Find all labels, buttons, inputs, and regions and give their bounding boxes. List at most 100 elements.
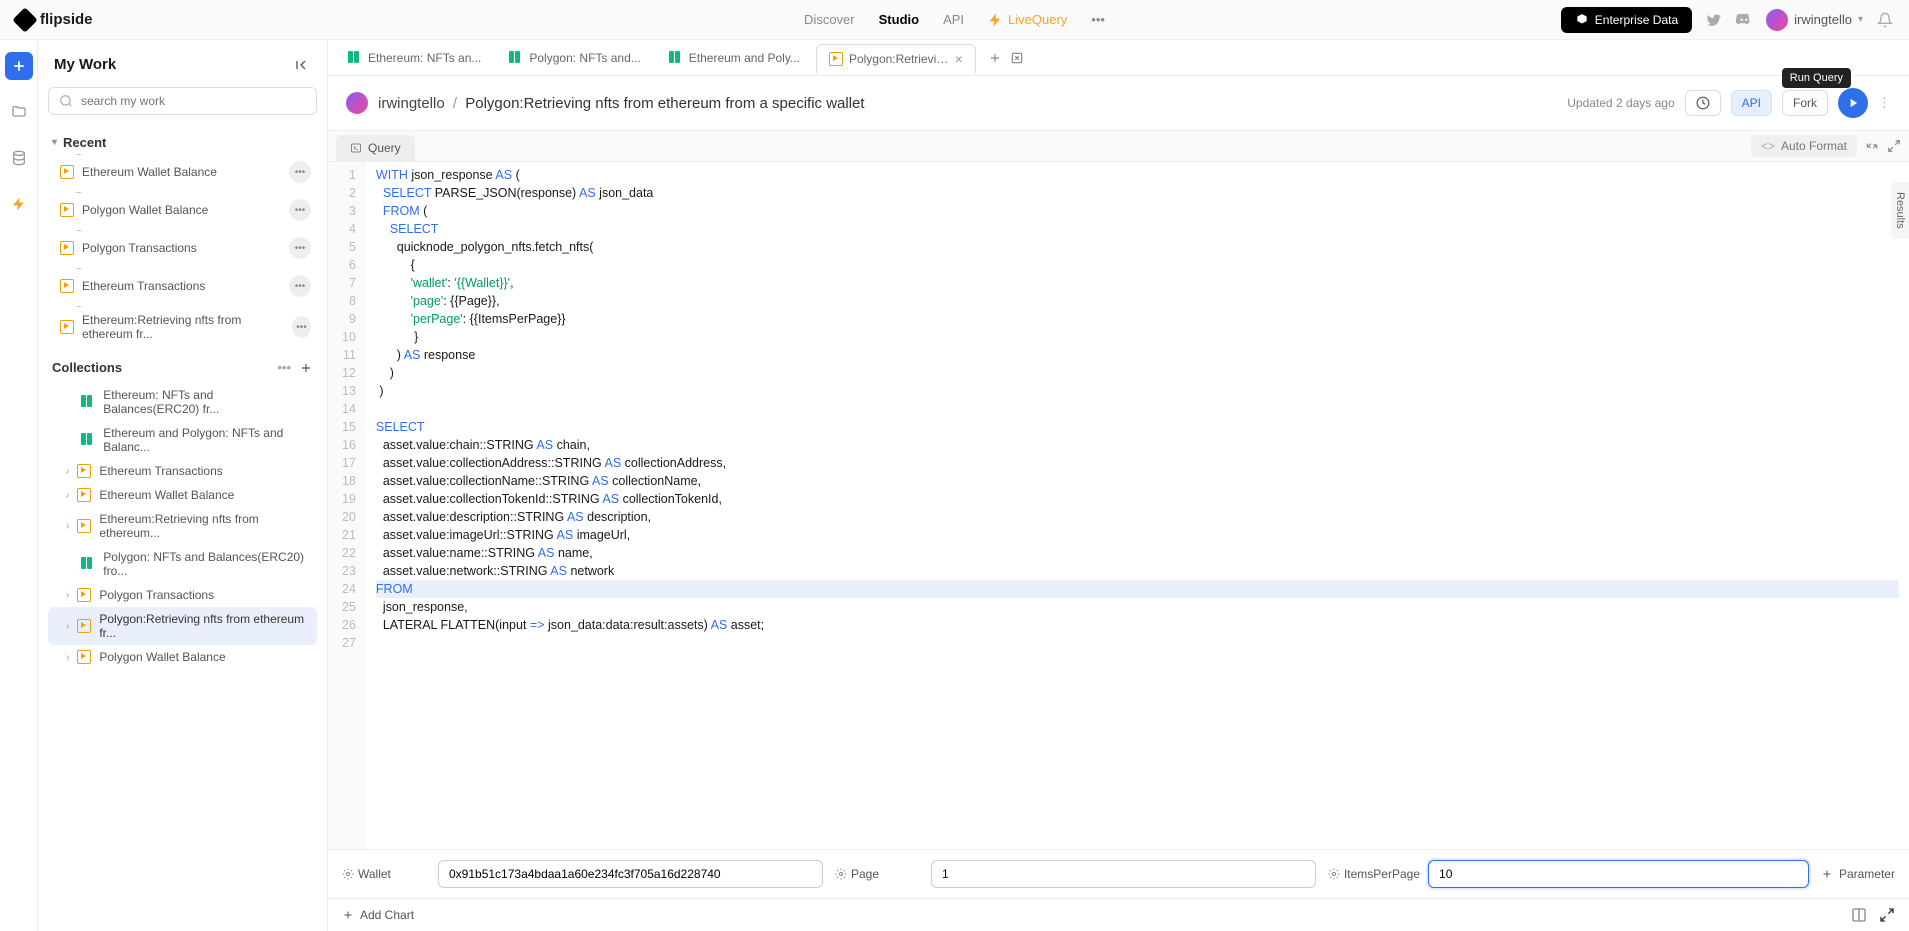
sidebar: My Work ▾ Recent ~ Ethereum Wallet Balan… bbox=[38, 40, 328, 931]
database-icon bbox=[11, 150, 27, 166]
plus-icon[interactable] bbox=[988, 51, 1002, 65]
enterprise-button[interactable]: Enterprise Data bbox=[1561, 7, 1692, 33]
twitter-icon[interactable] bbox=[1706, 12, 1722, 28]
code-editor[interactable]: 1234567891011121314151617181920212223242… bbox=[328, 162, 1909, 849]
item-menu[interactable]: ••• bbox=[289, 161, 311, 183]
database-button[interactable] bbox=[5, 144, 33, 172]
gear-icon[interactable] bbox=[835, 868, 847, 880]
collapse-icon[interactable] bbox=[295, 57, 311, 73]
add-chart-button[interactable]: Add Chart bbox=[342, 908, 414, 922]
tab[interactable]: Polygon: NFTs and... bbox=[497, 43, 652, 73]
results-tab[interactable]: Results bbox=[1891, 182, 1909, 239]
discord-icon[interactable] bbox=[1736, 12, 1752, 28]
query-icon bbox=[77, 519, 91, 533]
itemsperpage-input[interactable] bbox=[1428, 860, 1809, 888]
recent-item-label: Polygon Wallet Balance bbox=[82, 203, 208, 217]
recent-header[interactable]: ▾ Recent bbox=[48, 129, 317, 156]
param-wallet: Wallet bbox=[342, 860, 823, 888]
tab[interactable]: Polygon:Retrieving...× bbox=[816, 44, 976, 74]
chevron-right-icon: › bbox=[66, 621, 69, 632]
expand-icon[interactable] bbox=[1887, 139, 1901, 153]
terminal-icon bbox=[350, 142, 362, 154]
top-nav: flipside Discover Studio API LiveQuery •… bbox=[0, 0, 1909, 40]
item-menu[interactable]: ••• bbox=[289, 199, 311, 221]
recent-item[interactable]: ~ Ethereum Wallet Balance ••• bbox=[48, 156, 317, 188]
collection-item[interactable]: Polygon: NFTs and Balances(ERC20) fro... bbox=[48, 545, 317, 583]
autoformat-button[interactable]: <> Auto Format bbox=[1751, 135, 1857, 157]
search-icon bbox=[59, 94, 73, 108]
tab[interactable]: Ethereum and Poly... bbox=[657, 43, 812, 73]
recent-item[interactable]: ~ Polygon Transactions ••• bbox=[48, 232, 317, 264]
more-icon[interactable]: ••• bbox=[277, 360, 291, 375]
nav-discover[interactable]: Discover bbox=[804, 12, 855, 28]
tab[interactable]: Ethereum: NFTs an... bbox=[336, 43, 493, 73]
page-input[interactable] bbox=[931, 860, 1316, 888]
more-icon[interactable]: ⋮ bbox=[1878, 95, 1891, 111]
dashboard-icon bbox=[509, 51, 523, 65]
breadcrumb-user[interactable]: irwingtello bbox=[378, 95, 445, 112]
bolt-button[interactable] bbox=[5, 190, 33, 218]
collection-label: Ethereum Transactions bbox=[99, 464, 222, 478]
plus-icon[interactable] bbox=[299, 361, 313, 375]
search-input[interactable] bbox=[81, 94, 306, 108]
collection-item[interactable]: Ethereum and Polygon: NFTs and Balanc... bbox=[48, 421, 317, 459]
bolt-icon bbox=[988, 12, 1004, 28]
wallet-input[interactable] bbox=[438, 860, 823, 888]
nav-livequery[interactable]: LiveQuery bbox=[988, 12, 1067, 28]
api-button[interactable]: API bbox=[1731, 90, 1772, 116]
dashboard-icon bbox=[348, 51, 362, 65]
chevron-right-icon: › bbox=[66, 652, 69, 663]
split-icon[interactable] bbox=[1851, 907, 1867, 923]
tab-label: Ethereum and Poly... bbox=[689, 51, 800, 65]
search-box[interactable] bbox=[48, 87, 317, 115]
clock-icon bbox=[1696, 96, 1710, 110]
breadcrumb-title: Polygon:Retrieving nfts from ethereum fr… bbox=[465, 95, 864, 112]
bell-icon[interactable] bbox=[1877, 12, 1893, 28]
chevron-right-icon: › bbox=[66, 521, 69, 532]
collection-item[interactable]: ›Polygon Wallet Balance bbox=[48, 645, 317, 669]
avatar bbox=[346, 92, 368, 114]
collapse-panel-icon[interactable] bbox=[1865, 139, 1879, 153]
collection-item[interactable]: ›Ethereum:Retrieving nfts from ethereum.… bbox=[48, 507, 317, 545]
nav-more[interactable]: ••• bbox=[1091, 12, 1105, 28]
params: Wallet Page ItemsPerPage Pa bbox=[328, 849, 1909, 898]
nav-api[interactable]: API bbox=[943, 12, 964, 28]
query-icon bbox=[60, 165, 74, 179]
recent-item-label: Polygon Transactions bbox=[82, 241, 197, 255]
recent-item[interactable]: ~ Ethereum:Retrieving nfts from ethereum… bbox=[48, 308, 317, 346]
expand-icon[interactable] bbox=[1879, 907, 1895, 923]
bolt-icon bbox=[11, 196, 27, 212]
brand-logo[interactable]: flipside bbox=[16, 11, 93, 29]
item-menu[interactable]: ••• bbox=[289, 237, 311, 259]
close-all-icon[interactable] bbox=[1010, 51, 1024, 65]
fork-button[interactable]: Fork bbox=[1782, 90, 1828, 116]
tab-label: Polygon: NFTs and... bbox=[529, 51, 640, 65]
collection-label: Polygon Transactions bbox=[99, 588, 214, 602]
collection-item[interactable]: › Polygon:Retrieving nfts from ethereum f… bbox=[48, 607, 317, 645]
gear-icon[interactable] bbox=[342, 868, 354, 880]
query-icon bbox=[829, 52, 843, 66]
history-button[interactable] bbox=[1685, 90, 1721, 116]
collection-label: Ethereum Wallet Balance bbox=[99, 488, 234, 502]
folder-button[interactable] bbox=[5, 98, 33, 126]
item-menu[interactable]: ••• bbox=[289, 275, 311, 297]
add-parameter-button[interactable]: Parameter bbox=[1821, 860, 1895, 888]
param-label: Wallet bbox=[358, 867, 391, 881]
recent-item[interactable]: ~ Ethereum Transactions ••• bbox=[48, 270, 317, 302]
run-query-button[interactable] bbox=[1838, 88, 1868, 118]
gear-icon[interactable] bbox=[1328, 868, 1340, 880]
collection-item[interactable]: ›Polygon Transactions bbox=[48, 583, 317, 607]
collection-item[interactable]: ›Ethereum Transactions bbox=[48, 459, 317, 483]
param-label: Page bbox=[851, 867, 879, 881]
new-button[interactable] bbox=[5, 52, 33, 80]
item-menu[interactable]: ••• bbox=[292, 316, 311, 338]
collection-label: Polygon:Retrieving nfts from ethereum fr… bbox=[99, 612, 311, 640]
collection-label: Ethereum and Polygon: NFTs and Balanc... bbox=[103, 426, 311, 454]
recent-item[interactable]: ~ Polygon Wallet Balance ••• bbox=[48, 194, 317, 226]
collection-item[interactable]: Ethereum: NFTs and Balances(ERC20) fr... bbox=[48, 383, 317, 421]
collection-item[interactable]: ›Ethereum Wallet Balance bbox=[48, 483, 317, 507]
query-tab[interactable]: Query bbox=[336, 135, 415, 161]
user-menu[interactable]: irwingtello ▾ bbox=[1766, 9, 1863, 31]
nav-studio[interactable]: Studio bbox=[879, 12, 919, 28]
close-icon[interactable]: × bbox=[955, 51, 963, 67]
